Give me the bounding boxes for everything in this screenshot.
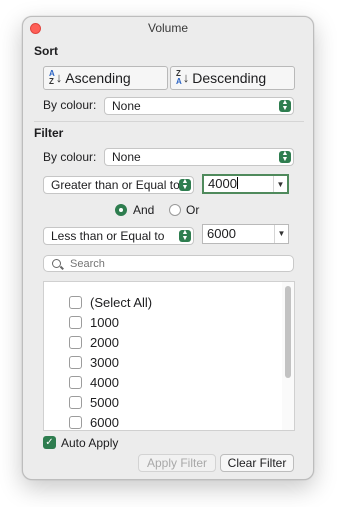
search-field[interactable] bbox=[43, 255, 294, 272]
condition2-value-field[interactable]: 6000 bbox=[207, 226, 236, 241]
list-item[interactable]: (Select All) bbox=[69, 294, 152, 310]
sort-heading: Sort bbox=[34, 44, 58, 58]
sort-descending-button[interactable]: Z A ↓ Descending bbox=[170, 66, 295, 90]
value-list: (Select All) 1000 2000 3000 4000 5000 60… bbox=[43, 281, 295, 431]
condition1-operator-select[interactable]: Greater than or Equal to ▲ ▼ bbox=[43, 176, 194, 194]
window-title: Volume bbox=[147, 21, 189, 35]
list-item[interactable]: 5000 bbox=[69, 394, 119, 410]
chevron-updown-icon: ▲ ▼ bbox=[279, 99, 291, 112]
or-radio-label: Or bbox=[186, 203, 200, 217]
list-item[interactable]: 4000 bbox=[69, 374, 119, 390]
filter-dialog-window: Volume Sort A Z ↓ Ascending Z A ↓ Descen… bbox=[22, 16, 314, 480]
chevron-down-icon[interactable]: ▼ bbox=[273, 176, 287, 192]
list-item-label: 1000 bbox=[90, 314, 119, 330]
scrollbar-thumb[interactable] bbox=[285, 286, 291, 378]
sort-ascending-icon: A Z ↓ bbox=[49, 69, 63, 86]
sort-by-colour-label: By colour: bbox=[43, 98, 97, 112]
title-bar: Volume bbox=[23, 17, 313, 39]
checkmark-icon: ✓ bbox=[45, 437, 54, 448]
auto-apply-checkbox[interactable]: ✓ bbox=[43, 436, 56, 449]
chevron-updown-icon: ▲ ▼ bbox=[179, 229, 191, 242]
and-radio[interactable] bbox=[115, 204, 127, 216]
chevron-down-icon[interactable]: ▼ bbox=[274, 225, 288, 243]
condition1-value-field[interactable]: 4000 bbox=[208, 176, 237, 191]
or-radio[interactable] bbox=[169, 204, 181, 216]
list-item[interactable]: 1000 bbox=[69, 314, 119, 330]
clear-filter-button[interactable]: Clear Filter bbox=[220, 454, 294, 472]
list-item[interactable]: 2000 bbox=[69, 334, 119, 350]
checkbox[interactable] bbox=[69, 375, 82, 389]
sort-ascending-button[interactable]: A Z ↓ Ascending bbox=[43, 66, 168, 90]
and-radio-label: And bbox=[133, 203, 155, 217]
auto-apply-label: Auto Apply bbox=[61, 436, 119, 450]
checkbox[interactable] bbox=[69, 295, 82, 309]
list-item[interactable]: 3000 bbox=[69, 354, 119, 370]
list-item-label: (Select All) bbox=[90, 294, 153, 310]
condition2-operator-value: Less than or Equal to bbox=[51, 229, 165, 243]
filter-heading: Filter bbox=[34, 126, 64, 140]
filter-by-colour-value: None bbox=[112, 150, 141, 164]
checkbox[interactable] bbox=[69, 315, 82, 329]
condition2-operator-select[interactable]: Less than or Equal to ▲ ▼ bbox=[43, 227, 194, 245]
condition2-value-combo[interactable]: 6000 ▼ bbox=[202, 224, 289, 244]
list-item[interactable]: 6000 bbox=[69, 414, 119, 430]
list-item-label: 2000 bbox=[90, 334, 119, 350]
condition1-value-combo[interactable]: 4000 ▼ bbox=[202, 174, 289, 194]
sort-descending-icon: Z A ↓ bbox=[176, 69, 190, 86]
sort-descending-label: Descending bbox=[192, 70, 267, 86]
apply-filter-button[interactable]: Apply Filter bbox=[138, 454, 216, 472]
list-item-label: 5000 bbox=[90, 394, 119, 410]
checkbox[interactable] bbox=[69, 415, 82, 429]
filter-by-colour-label: By colour: bbox=[43, 150, 97, 164]
sort-by-colour-select[interactable]: None ▲ ▼ bbox=[104, 97, 294, 115]
list-scrollbar[interactable] bbox=[282, 282, 294, 430]
chevron-updown-icon: ▲ ▼ bbox=[179, 178, 191, 191]
sort-ascending-label: Ascending bbox=[65, 70, 131, 86]
chevron-updown-icon: ▲ ▼ bbox=[279, 150, 291, 163]
checkbox[interactable] bbox=[69, 355, 82, 369]
list-item-label: 6000 bbox=[90, 414, 119, 430]
list-item-label: 3000 bbox=[90, 354, 119, 370]
checkbox[interactable] bbox=[69, 395, 82, 409]
filter-by-colour-select[interactable]: None ▲ ▼ bbox=[104, 148, 294, 166]
checkbox[interactable] bbox=[69, 335, 82, 349]
search-input[interactable] bbox=[70, 256, 290, 271]
search-icon bbox=[52, 259, 61, 268]
text-cursor bbox=[236, 177, 238, 189]
sort-by-colour-value: None bbox=[112, 99, 141, 113]
close-icon[interactable] bbox=[30, 23, 41, 34]
section-divider bbox=[34, 121, 304, 122]
list-item-label: 4000 bbox=[90, 374, 119, 390]
condition1-operator-value: Greater than or Equal to bbox=[51, 178, 180, 192]
